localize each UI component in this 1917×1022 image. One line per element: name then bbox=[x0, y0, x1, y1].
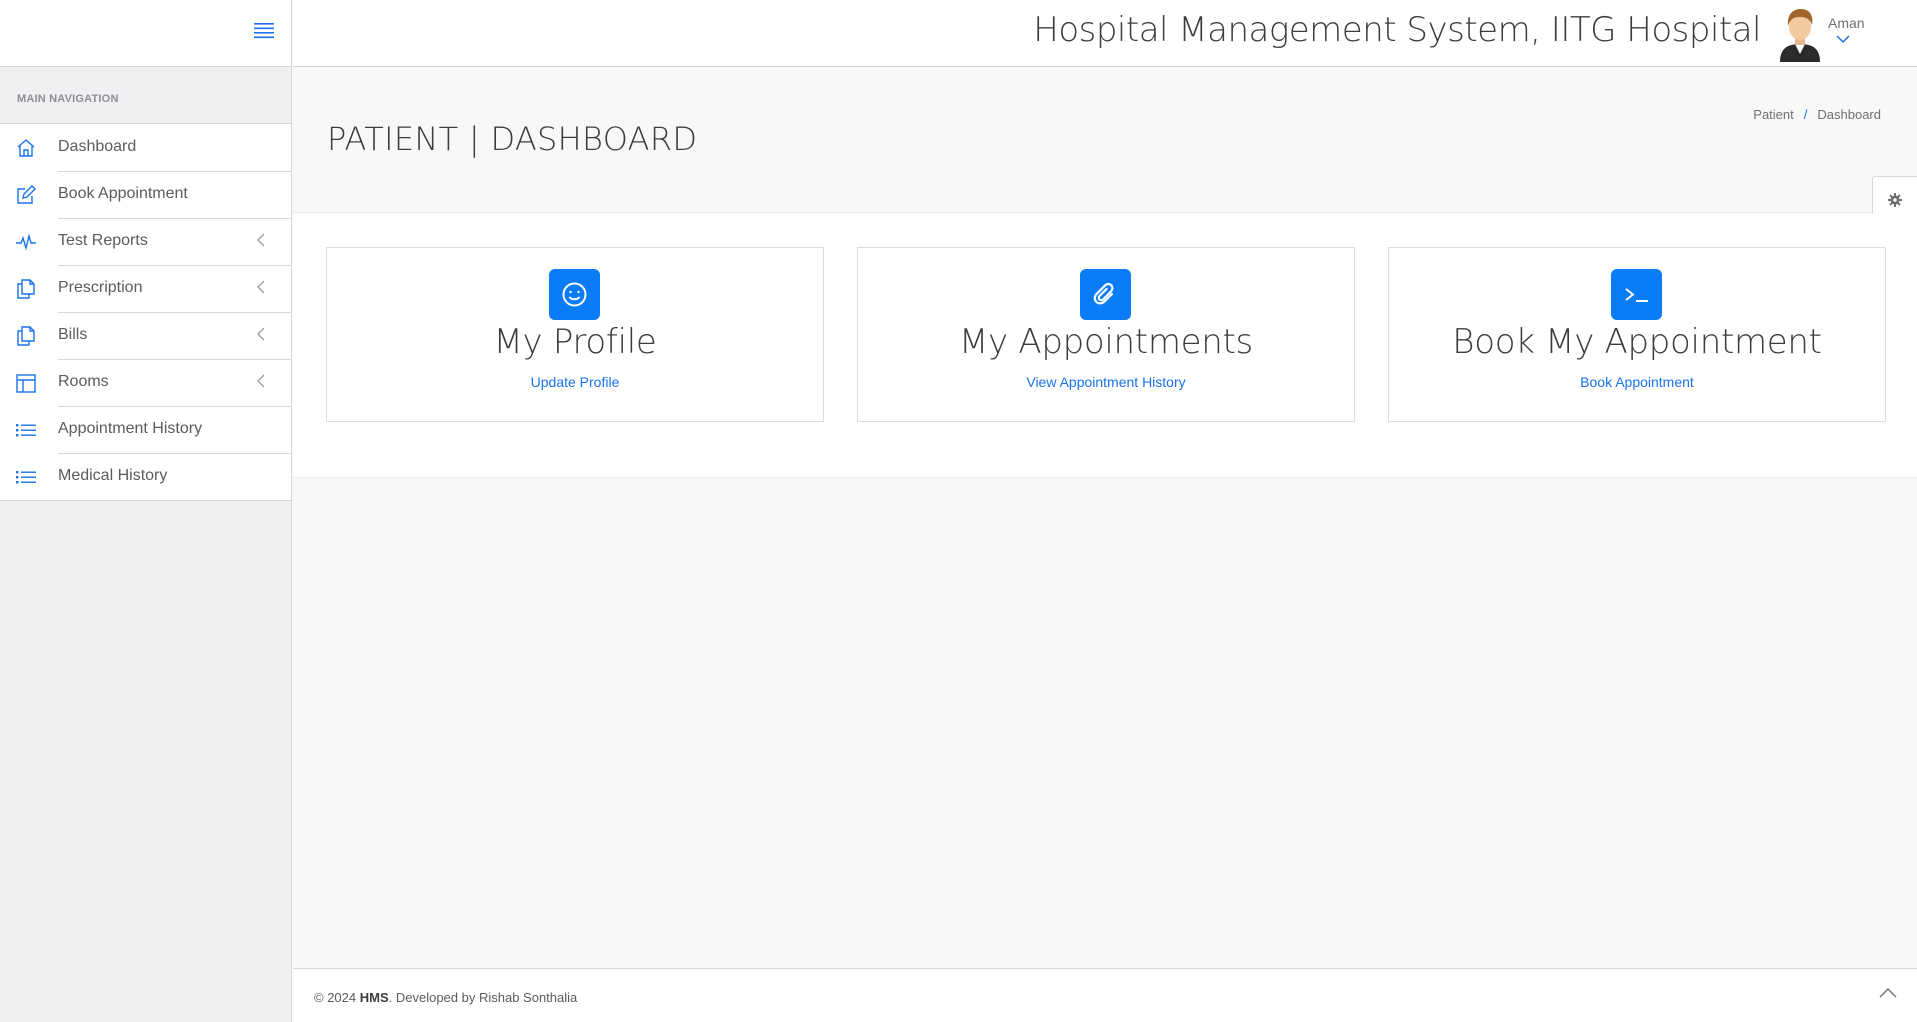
footer-brand: HMS bbox=[359, 990, 389, 1005]
sidebar-item-book-appointment[interactable]: Book Appointment bbox=[0, 171, 291, 218]
home-icon bbox=[17, 139, 35, 157]
chevron-left-icon bbox=[257, 374, 265, 388]
breadcrumb-item-patient[interactable]: Patient bbox=[1753, 107, 1793, 122]
divider bbox=[0, 500, 291, 501]
list-icon bbox=[16, 471, 36, 484]
gear-icon bbox=[1888, 193, 1902, 207]
layout-icon bbox=[16, 374, 36, 393]
sidebar-item-bills[interactable]: Bills bbox=[0, 312, 291, 359]
main-navigation: Dashboard Book Appointment Test Reports … bbox=[0, 124, 291, 501]
sidebar-item-rooms[interactable]: Rooms bbox=[0, 359, 291, 406]
card-icon-badge bbox=[549, 269, 600, 320]
card-my-appointments: My Appointments View Appointment History bbox=[857, 247, 1355, 422]
card-my-profile: My Profile Update Profile bbox=[326, 247, 824, 422]
page-header: PATIENT | DASHBOARD Patient / Dashboard bbox=[293, 68, 1917, 213]
documents-icon bbox=[17, 326, 35, 346]
footer-credit: . Developed by Rishab Sonthalia bbox=[388, 990, 578, 1005]
sidebar-item-dashboard[interactable]: Dashboard bbox=[0, 124, 291, 171]
top-header: Hospital Management System, IITG Hospita… bbox=[293, 0, 1917, 67]
breadcrumb: Patient / Dashboard bbox=[1753, 107, 1881, 122]
breadcrumb-separator: / bbox=[1803, 107, 1808, 122]
sidebar-item-label: Dashboard bbox=[58, 138, 137, 155]
edit-icon bbox=[17, 185, 36, 204]
sidebar-item-label: Prescription bbox=[58, 279, 143, 296]
sidebar: MAIN NAVIGATION Dashboard Book Appointme… bbox=[0, 0, 292, 1022]
chevron-down-icon[interactable] bbox=[1836, 34, 1850, 44]
list-icon bbox=[16, 424, 36, 437]
sidebar-item-label: Medical History bbox=[58, 467, 168, 484]
paperclip-icon bbox=[1093, 282, 1114, 305]
sidebar-item-label: Bills bbox=[58, 326, 88, 343]
terminal-icon bbox=[1625, 288, 1648, 302]
scroll-to-top-icon[interactable] bbox=[1879, 987, 1897, 999]
user-name[interactable]: Aman bbox=[1828, 15, 1865, 31]
book-appointment-link[interactable]: Book Appointment bbox=[1389, 374, 1885, 390]
chevron-left-icon bbox=[257, 327, 265, 341]
card-icon-badge bbox=[1080, 269, 1131, 320]
chevron-left-icon bbox=[257, 233, 265, 247]
footer-year: © 2024 bbox=[314, 990, 357, 1005]
user-avatar[interactable] bbox=[1776, 6, 1824, 62]
sidebar-item-medical-history[interactable]: Medical History bbox=[0, 453, 291, 500]
update-profile-link[interactable]: Update Profile bbox=[327, 374, 823, 390]
card-title: My Appointments bbox=[959, 322, 1253, 362]
sidebar-item-label: Rooms bbox=[58, 373, 109, 390]
sidebar-header bbox=[0, 0, 291, 67]
view-appointment-history-link[interactable]: View Appointment History bbox=[858, 374, 1354, 390]
footer: © 2024 HMS. Developed by Rishab Sonthali… bbox=[293, 968, 1917, 1022]
footer-copyright: © 2024 HMS. Developed by Rishab Sonthali… bbox=[314, 990, 577, 1005]
documents-icon bbox=[17, 279, 35, 299]
chevron-left-icon bbox=[257, 280, 265, 294]
sidebar-item-appointment-history[interactable]: Appointment History bbox=[0, 406, 291, 453]
page-title: PATIENT | DASHBOARD bbox=[327, 120, 698, 158]
card-icon-badge bbox=[1611, 269, 1662, 320]
card-book-my-appointment: Book My Appointment Book Appointment bbox=[1388, 247, 1886, 422]
sidebar-item-test-reports[interactable]: Test Reports bbox=[0, 218, 291, 265]
card-title: My Profile bbox=[493, 322, 657, 362]
app-title: Hospital Management System, IITG Hospita… bbox=[1033, 10, 1761, 50]
breadcrumb-item-dashboard: Dashboard bbox=[1817, 107, 1881, 122]
nav-heading: MAIN NAVIGATION bbox=[0, 67, 291, 124]
sidebar-item-label: Appointment History bbox=[58, 420, 203, 437]
sidebar-item-label: Book Appointment bbox=[58, 185, 188, 202]
hamburger-menu-icon[interactable] bbox=[254, 21, 274, 39]
card-title: Book My Appointment bbox=[1452, 322, 1822, 362]
dashboard-cards: My Profile Update Profile My Appointment… bbox=[293, 214, 1917, 478]
sidebar-item-prescription[interactable]: Prescription bbox=[0, 265, 291, 312]
sidebar-item-label: Test Reports bbox=[58, 232, 148, 249]
pulse-icon bbox=[16, 233, 36, 251]
smiley-icon bbox=[562, 282, 587, 307]
